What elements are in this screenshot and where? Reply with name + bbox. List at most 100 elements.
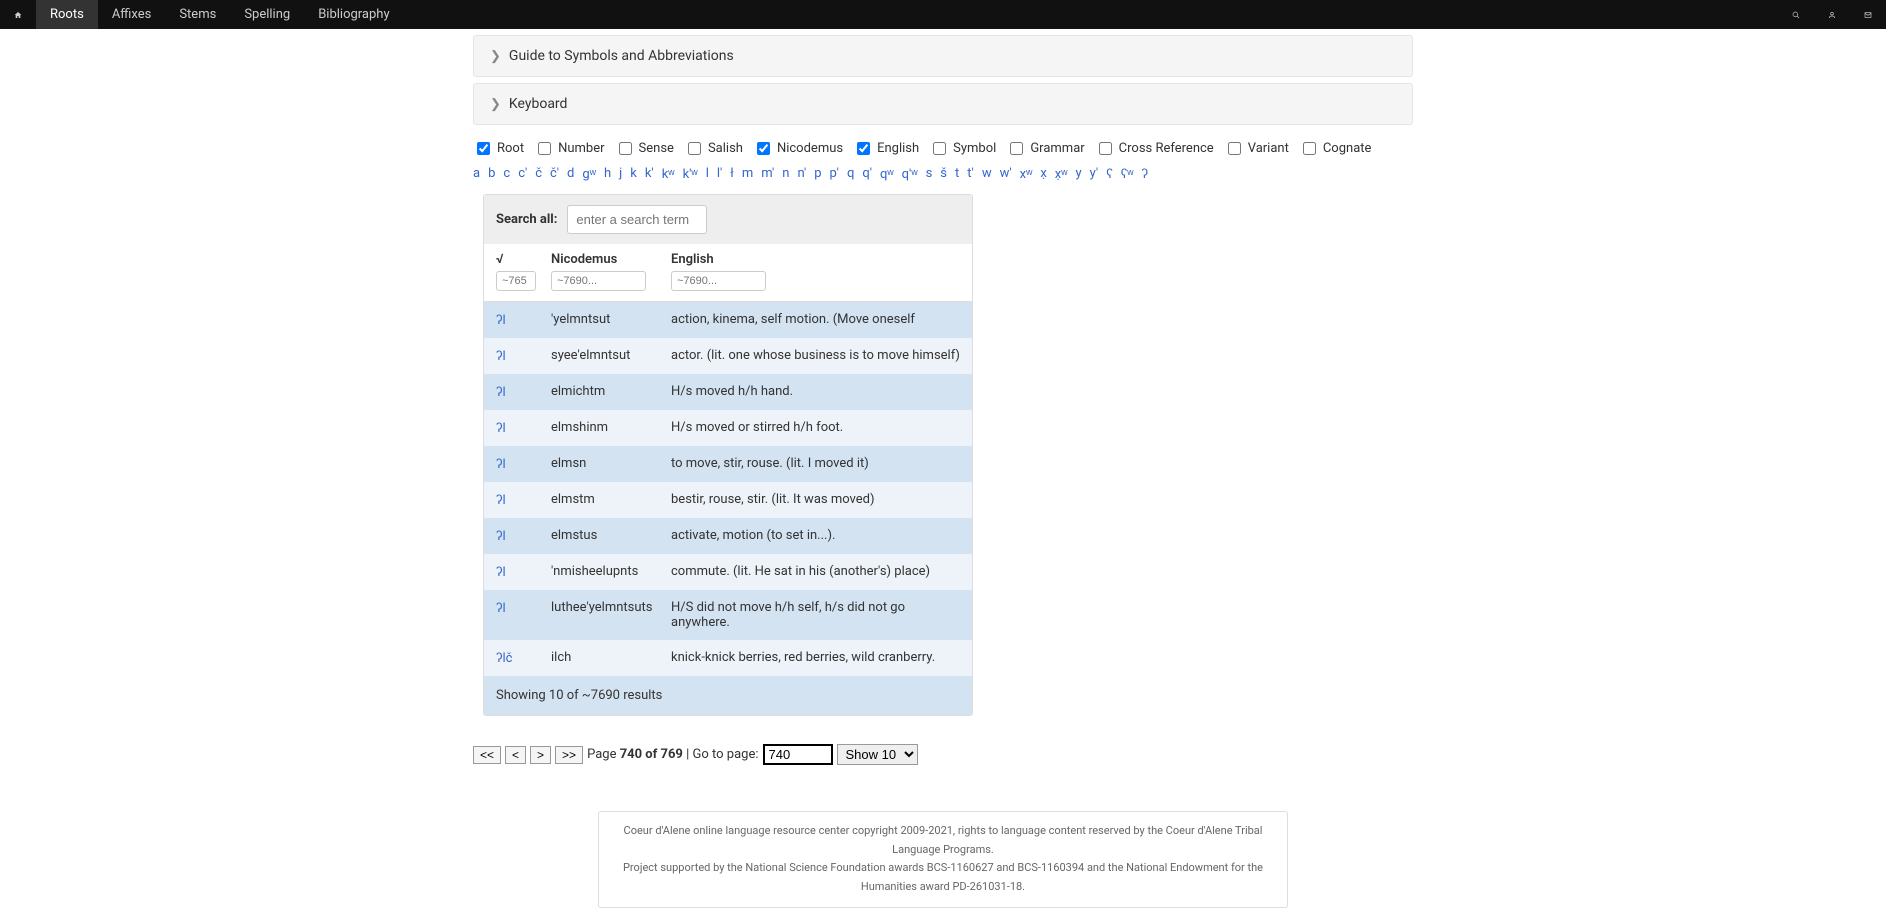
letter-link[interactable]: d: [567, 166, 574, 182]
filter-nicodemus[interactable]: Nicodemus: [753, 139, 843, 158]
filter-sense[interactable]: Sense: [615, 139, 674, 158]
letter-link[interactable]: gʷ: [582, 166, 596, 182]
letter-link[interactable]: kʷ: [662, 166, 675, 182]
mail-icon[interactable]: [1850, 0, 1886, 29]
top-navbar: RootsAffixesStemsSpellingBibliography: [0, 0, 1886, 29]
letter-link[interactable]: n': [797, 166, 806, 182]
letter-link[interactable]: k'ʷ: [683, 166, 698, 182]
letter-link[interactable]: ʔ: [1141, 166, 1148, 182]
english-cell: action, kinema, self motion. (Move onese…: [671, 312, 960, 328]
letter-link[interactable]: q'ʷ: [902, 166, 918, 182]
nav-roots[interactable]: Roots: [36, 0, 98, 29]
letter-link[interactable]: č': [550, 166, 559, 182]
filter-cross-reference[interactable]: Cross Reference: [1095, 139, 1214, 158]
page-size-select[interactable]: Show 10: [837, 744, 918, 765]
filter-english[interactable]: English: [853, 139, 919, 158]
letter-link[interactable]: š: [940, 166, 947, 182]
letter-link[interactable]: c': [518, 166, 527, 182]
letter-link[interactable]: j: [619, 166, 622, 182]
root-link[interactable]: ʔl: [496, 421, 506, 436]
page-first-button[interactable]: <<: [473, 746, 501, 764]
letter-link[interactable]: m': [761, 166, 774, 182]
filter-cognate[interactable]: Cognate: [1299, 139, 1372, 158]
root-link[interactable]: ʔl: [496, 349, 506, 364]
results-count: Showing 10 of ~7690 results: [484, 676, 972, 715]
home-icon[interactable]: [0, 0, 36, 29]
letter-link[interactable]: xʷ: [1020, 166, 1033, 182]
letter-link[interactable]: n: [782, 166, 789, 182]
page-prev-button[interactable]: <: [505, 746, 526, 764]
search-icon[interactable]: [1778, 0, 1814, 29]
page-label: Page 740 of 769 | Go to page:: [587, 747, 758, 762]
table-row: ʔlelmichtmH/s moved h/h hand.: [484, 374, 972, 410]
root-link[interactable]: ʔl: [496, 601, 506, 616]
page-next-button[interactable]: >: [530, 746, 551, 764]
root-link[interactable]: ʔl: [496, 565, 506, 580]
nav-spelling[interactable]: Spelling: [230, 0, 304, 29]
nicodemus-cell: 'nmisheelupnts: [551, 564, 671, 580]
root-link[interactable]: ʔl: [496, 493, 506, 508]
english-cell: H/S did not move h/h self, h/s did not g…: [671, 600, 960, 630]
letter-link[interactable]: c: [503, 166, 510, 182]
col-nicodemus-filter[interactable]: [551, 271, 646, 291]
nicodemus-cell: ilch: [551, 650, 671, 666]
root-link[interactable]: ʔl: [496, 529, 506, 544]
letter-link[interactable]: y: [1076, 166, 1082, 182]
letter-index: abc c' č č' dgʷhjk k' kʷ k'ʷ l l' łm m' n n' p p' q q' qʷq…: [473, 166, 1413, 182]
letter-link[interactable]: m: [742, 166, 753, 182]
user-icon[interactable]: [1814, 0, 1850, 29]
page-goto-input[interactable]: [763, 744, 833, 765]
nicodemus-cell: elmshinm: [551, 420, 671, 436]
nav-affixes[interactable]: Affixes: [98, 0, 166, 29]
letter-link[interactable]: k: [630, 166, 637, 182]
chevron-right-icon: ❯: [490, 97, 501, 112]
guide-panel-label: Guide to Symbols and Abbreviations: [509, 48, 734, 64]
letter-link[interactable]: p': [830, 166, 839, 182]
keyboard-panel[interactable]: ❯ Keyboard: [473, 83, 1413, 125]
letter-link[interactable]: t': [967, 166, 974, 182]
filter-symbol[interactable]: Symbol: [929, 139, 996, 158]
filter-root[interactable]: Root: [473, 139, 524, 158]
guide-panel[interactable]: ❯ Guide to Symbols and Abbreviations: [473, 35, 1413, 77]
root-link[interactable]: ʔl: [496, 457, 506, 472]
nav-left: RootsAffixesStemsSpellingBibliography: [0, 0, 404, 29]
letter-link[interactable]: h: [604, 166, 611, 182]
letter-link[interactable]: l': [717, 166, 722, 182]
letter-link[interactable]: x̣: [1040, 166, 1046, 182]
root-link[interactable]: ʔl: [496, 385, 506, 400]
letter-link[interactable]: b: [488, 166, 495, 182]
filter-grammar[interactable]: Grammar: [1006, 139, 1084, 158]
letter-link[interactable]: ʕʷ: [1121, 166, 1134, 182]
letter-link[interactable]: q: [847, 166, 854, 182]
filter-number[interactable]: Number: [534, 139, 604, 158]
col-root-filter[interactable]: [496, 271, 536, 291]
filter-variant[interactable]: Variant: [1224, 139, 1289, 158]
letter-link[interactable]: ł: [730, 166, 734, 182]
english-cell: commute. (lit. He sat in his (another's)…: [671, 564, 960, 580]
letter-link[interactable]: q': [862, 166, 872, 182]
letter-link[interactable]: x̣ʷ: [1055, 166, 1068, 182]
letter-link[interactable]: qʷ: [880, 166, 894, 182]
letter-link[interactable]: w: [982, 166, 992, 182]
letter-link[interactable]: w': [1000, 166, 1012, 182]
letter-link[interactable]: l: [706, 166, 709, 182]
letter-link[interactable]: p: [814, 166, 821, 182]
nav-bibliography[interactable]: Bibliography: [304, 0, 403, 29]
nav-stems[interactable]: Stems: [165, 0, 230, 29]
letter-link[interactable]: k': [645, 166, 654, 182]
letter-link[interactable]: ʕ: [1106, 166, 1113, 182]
letter-link[interactable]: a: [473, 166, 480, 182]
letter-link[interactable]: y': [1090, 166, 1099, 182]
page-last-button[interactable]: >>: [555, 746, 583, 764]
col-english-filter[interactable]: [671, 271, 766, 291]
root-link[interactable]: ʔlč: [496, 651, 512, 666]
letter-link[interactable]: t: [955, 166, 959, 182]
search-label: Search all:: [496, 212, 557, 227]
root-link[interactable]: ʔl: [496, 313, 506, 328]
filter-salish[interactable]: Salish: [684, 139, 743, 158]
letter-link[interactable]: č: [535, 166, 542, 182]
search-input[interactable]: [567, 205, 707, 234]
main-container: ❯ Guide to Symbols and Abbreviations ❯ K…: [473, 35, 1413, 908]
letter-link[interactable]: s: [926, 166, 933, 182]
table-row: ʔlelmstmbestir, rouse, stir. (lit. It wa…: [484, 482, 972, 518]
